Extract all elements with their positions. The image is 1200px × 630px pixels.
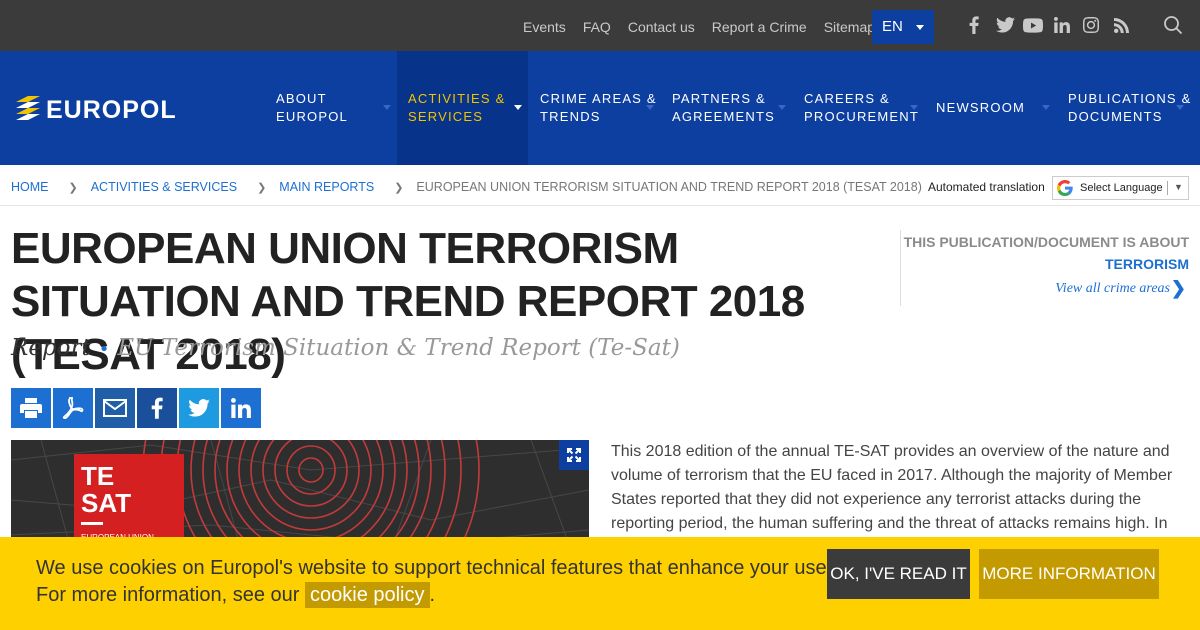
chevron-down-icon bbox=[1176, 105, 1184, 110]
logo-text: EUROPOL bbox=[46, 96, 177, 122]
publication-type: Report bbox=[11, 335, 91, 361]
breadcrumb-main-reports[interactable]: Main Reports bbox=[279, 180, 374, 194]
linkedin-share-button[interactable] bbox=[221, 388, 261, 428]
europol-emblem-icon bbox=[16, 96, 40, 120]
google-icon bbox=[1057, 180, 1073, 196]
youtube-icon[interactable] bbox=[1021, 14, 1045, 36]
expand-image-button[interactable] bbox=[559, 440, 589, 470]
twitter-icon bbox=[188, 399, 210, 417]
publication-series[interactable]: EU Terrorism Situation & Trend Report (T… bbox=[117, 335, 679, 361]
cookie-text-line2: For more information, see our bbox=[36, 584, 300, 606]
cookie-policy-link[interactable]: cookie policy bbox=[305, 582, 430, 608]
automated-translation-label: Automated translation bbox=[928, 180, 1045, 194]
bullet-separator: • bbox=[98, 339, 110, 360]
facebook-share-button[interactable] bbox=[137, 388, 177, 428]
chevron-down-icon bbox=[778, 105, 786, 110]
nav-activities-services[interactable]: Activities & Services bbox=[397, 51, 528, 165]
top-utility-bar: Events FAQ Contact us Report a Crime Sit… bbox=[0, 0, 1200, 51]
cover-brand-line1: TE bbox=[81, 461, 114, 491]
main-navigation: EUROPOL About Europol Activities & Servic… bbox=[0, 51, 1200, 165]
report-a-crime-link[interactable]: Report a Crime bbox=[712, 19, 807, 35]
email-share-button[interactable] bbox=[95, 388, 135, 428]
search-icon[interactable] bbox=[1162, 14, 1184, 36]
nav-crime-areas-trends[interactable]: Crime Areas & Trends bbox=[540, 51, 660, 165]
breadcrumb-activities-services[interactable]: Activities & Services bbox=[91, 180, 237, 194]
breadcrumb-home[interactable]: Home bbox=[11, 180, 49, 194]
crime-area-link-terrorism[interactable]: Terrorism bbox=[1105, 256, 1189, 272]
chevron-down-icon bbox=[916, 25, 924, 30]
view-all-crime-areas-link[interactable]: View all crime areas bbox=[1055, 281, 1170, 297]
nav-careers-procurement[interactable]: Careers & Procurement bbox=[804, 51, 924, 165]
breadcrumb-current: European Union Terrorism Situation and T… bbox=[416, 180, 922, 194]
about-label: This publication/document is about bbox=[903, 234, 1189, 250]
report-description: This 2018 edition of the annual TE-SAT p… bbox=[611, 443, 1173, 532]
expand-icon bbox=[567, 448, 581, 462]
breadcrumb: Home ❯ Activities & Services ❯ Main Repo… bbox=[11, 180, 922, 194]
nav-label: Crime Areas & Trends bbox=[540, 91, 657, 124]
map-background: TE SAT EUROPEAN UNION bbox=[11, 440, 589, 550]
nav-partners-agreements[interactable]: Partners & Agreements bbox=[672, 51, 792, 165]
nav-label: Newsroom bbox=[936, 100, 1026, 115]
report-cover-image[interactable]: TE SAT EUROPEAN UNION bbox=[11, 440, 589, 550]
chevron-down-icon bbox=[646, 105, 654, 110]
facebook-icon[interactable] bbox=[966, 14, 982, 36]
chevron-right-icon: ❯ bbox=[68, 181, 78, 194]
linkedin-icon[interactable] bbox=[1053, 14, 1071, 36]
dropdown-arrow-icon: ▼ bbox=[1174, 182, 1183, 192]
publication-meta: Report • EU Terrorism Situation & Trend Re… bbox=[11, 335, 680, 361]
nav-label: About Europol bbox=[276, 91, 348, 124]
nav-label: Activities & Services bbox=[408, 91, 506, 124]
nav-label: Partners & Agreements bbox=[672, 91, 776, 124]
pdf-download-button[interactable] bbox=[53, 388, 93, 428]
europol-logo[interactable]: EUROPOL bbox=[16, 94, 208, 124]
nav-about-europol[interactable]: About Europol bbox=[276, 51, 396, 165]
divider bbox=[0, 205, 1200, 206]
nav-label: Careers & Procurement bbox=[804, 91, 920, 124]
select-language-label: Select Language bbox=[1080, 182, 1163, 194]
rss-icon[interactable] bbox=[1112, 14, 1130, 36]
cookie-more-info-button[interactable]: More information bbox=[979, 549, 1159, 599]
chevron-down-icon bbox=[1042, 105, 1050, 110]
utility-links: Events FAQ Contact us Report a Crime Sit… bbox=[523, 19, 875, 35]
sitemap-link[interactable]: Sitemap bbox=[824, 19, 875, 35]
print-button[interactable] bbox=[11, 388, 51, 428]
divider bbox=[1167, 181, 1168, 195]
cover-brand-line2: SAT bbox=[81, 488, 131, 518]
cookie-text-line1: We use cookies on Europol's website to s… bbox=[36, 557, 943, 579]
pdf-icon bbox=[62, 397, 84, 419]
facebook-icon bbox=[151, 397, 163, 419]
google-translate-select[interactable]: Select Language ▼ bbox=[1052, 176, 1189, 200]
twitter-share-button[interactable] bbox=[179, 388, 219, 428]
twitter-icon[interactable] bbox=[994, 14, 1016, 36]
faq-link[interactable]: FAQ bbox=[583, 19, 611, 35]
chevron-right-icon: ❯ bbox=[394, 181, 404, 194]
chevron-down-icon bbox=[383, 105, 391, 110]
contact-us-link[interactable]: Contact us bbox=[628, 19, 695, 35]
aside-divider bbox=[900, 230, 901, 306]
chevron-right-icon[interactable]: ❯ bbox=[1171, 278, 1186, 299]
nav-publications-documents[interactable]: Publications & Documents bbox=[1068, 51, 1200, 165]
nav-newsroom[interactable]: Newsroom bbox=[936, 51, 1056, 165]
events-link[interactable]: Events bbox=[523, 19, 566, 35]
cookie-banner: We use cookies on Europol's website to s… bbox=[0, 537, 1200, 630]
nav-label: Publications & Documents bbox=[1068, 91, 1192, 124]
chevron-down-icon bbox=[514, 105, 522, 110]
language-selector[interactable]: EN bbox=[872, 10, 934, 44]
linkedin-icon bbox=[231, 398, 251, 418]
language-code: EN bbox=[882, 18, 903, 35]
print-icon bbox=[20, 398, 42, 418]
cookie-text-period: . bbox=[429, 584, 436, 606]
instagram-icon[interactable] bbox=[1082, 14, 1100, 36]
cookie-message: We use cookies on Europol's website to s… bbox=[36, 555, 942, 609]
cookie-accept-button[interactable]: OK, I've read it bbox=[827, 549, 970, 599]
chevron-down-icon bbox=[910, 105, 918, 110]
chevron-right-icon: ❯ bbox=[257, 181, 267, 194]
email-icon bbox=[103, 399, 127, 417]
